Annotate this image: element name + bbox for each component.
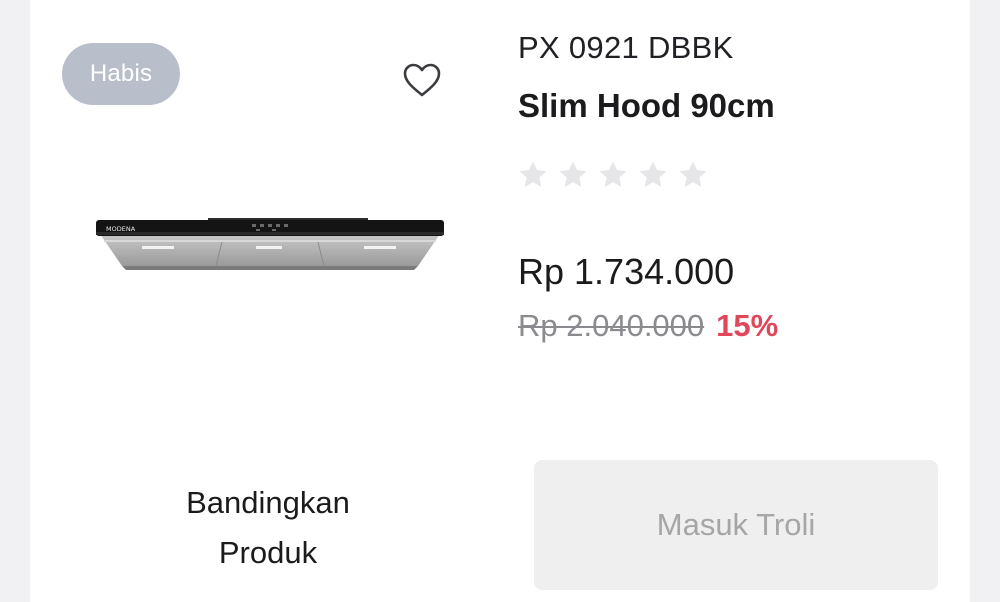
product-image-brand: MODENA <box>106 225 136 233</box>
product-image: MODENA <box>96 218 444 270</box>
rating-stars <box>516 158 710 192</box>
product-name: Slim Hood 90cm <box>518 87 775 124</box>
product-model: PX 0921 DBBK <box>518 30 734 65</box>
compare-label-line1: Bandingkan <box>186 485 350 520</box>
product-price: Rp 1.734.000 <box>518 251 735 292</box>
sold-out-badge: Habis <box>62 43 180 105</box>
price-discount-row: Rp 2.040.000 15% <box>518 308 778 344</box>
compare-product-button[interactable]: Bandingkan Produk <box>150 478 386 578</box>
star-icon <box>639 161 667 187</box>
star-icon <box>559 161 587 187</box>
star-icon <box>679 161 707 187</box>
compare-label-line2: Produk <box>218 535 318 570</box>
wishlist-button[interactable] <box>400 60 444 100</box>
add-to-cart-button[interactable]: Masuk Troli <box>534 460 938 590</box>
star-icon <box>519 161 547 187</box>
original-price: Rp 2.040.000 <box>518 308 705 343</box>
star-icon <box>599 161 627 187</box>
discount-percentage: 15% <box>716 308 779 343</box>
heart-outline-icon <box>403 63 441 97</box>
